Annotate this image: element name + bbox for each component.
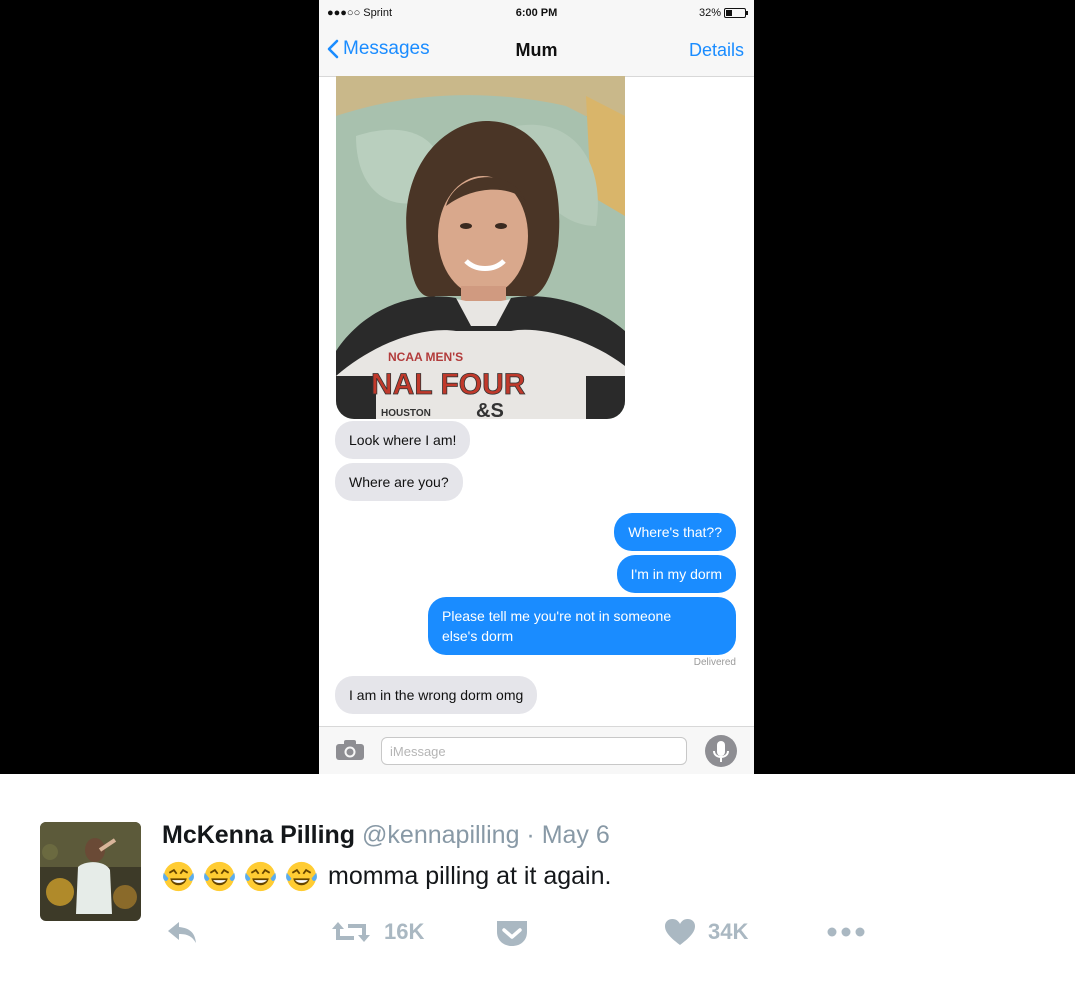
battery-icon xyxy=(724,8,748,18)
camera-icon[interactable] xyxy=(335,739,365,761)
like-button[interactable]: 34K xyxy=(664,918,748,946)
avatar-image xyxy=(40,822,141,921)
tweet: McKenna Pilling @kennapilling · May 6 mo… xyxy=(0,774,1075,1000)
status-time: 6:00 PM xyxy=(515,7,558,19)
selfie-image: NCAA MEN'S NAL FOUR HOUSTON &S xyxy=(336,76,625,419)
reply-button[interactable] xyxy=(165,918,199,946)
message-bubble-sent: Where's that?? xyxy=(614,513,736,551)
shirt-text-4: &S xyxy=(476,400,504,419)
tweet-media[interactable]: ●●●○○ Sprint 6:00 PM 32% Messages Mum De… xyxy=(0,0,1075,774)
pocket-icon xyxy=(497,921,527,946)
phone-screenshot: ●●●○○ Sprint 6:00 PM 32% Messages Mum De… xyxy=(319,0,754,774)
more-dots-icon xyxy=(827,927,865,937)
message-composer xyxy=(319,726,754,774)
messages-nav-bar: Messages Mum Details xyxy=(319,26,754,77)
laughing-crying-emoji-icon xyxy=(163,861,194,892)
message-line: else's dorm xyxy=(442,628,514,644)
microphone-button[interactable] xyxy=(705,735,737,767)
laughing-crying-emoji-icon xyxy=(286,861,317,892)
retweet-count: 16K xyxy=(384,919,425,944)
shared-photo[interactable]: NCAA MEN'S NAL FOUR HOUSTON &S xyxy=(336,76,625,419)
save-to-pocket-button[interactable] xyxy=(494,918,530,948)
tweet-actions: 16K 34K xyxy=(0,918,1075,958)
shirt-text-2: NAL FOUR xyxy=(371,368,526,401)
tweet-date[interactable]: May 6 xyxy=(542,821,610,849)
avatar[interactable] xyxy=(40,822,141,921)
retweet-icon xyxy=(332,922,370,942)
battery-percent: 32% xyxy=(698,7,721,19)
message-line: Please tell me you're not in someone xyxy=(442,608,672,624)
more-options-button[interactable] xyxy=(826,918,866,946)
battery-indicator: 32% xyxy=(698,7,748,19)
tweet-text: momma pilling at it again. xyxy=(328,862,612,890)
details-button[interactable]: Details xyxy=(689,40,744,61)
message-bubble-received: I am in the wrong dorm omg xyxy=(335,676,538,714)
tweet-body: momma pilling at it again. xyxy=(162,860,611,893)
delivered-status: Delivered xyxy=(693,657,736,668)
reply-icon xyxy=(168,922,196,943)
message-bubble-received: Where are you? xyxy=(335,463,463,501)
tweet-author-line: McKenna Pilling @kennapilling · May 6 xyxy=(162,821,610,850)
message-bubble-sent: I'm in my dorm xyxy=(616,555,736,593)
status-bar: ●●●○○ Sprint 6:00 PM 32% xyxy=(319,0,754,26)
message-bubble-sent: Please tell me you're not in someone els… xyxy=(428,597,736,655)
shirt-text-1: NCAA MEN'S xyxy=(388,350,463,364)
retweet-button[interactable]: 16K xyxy=(330,918,424,946)
message-bubble-received: Look where I am! xyxy=(335,421,471,459)
microphone-icon xyxy=(713,741,729,762)
user-handle[interactable]: @kennapilling xyxy=(362,821,519,849)
shirt-text-3: HOUSTON xyxy=(381,408,431,419)
separator-dot: · xyxy=(526,821,535,849)
laughing-crying-emoji-icon xyxy=(245,861,276,892)
like-count: 34K xyxy=(708,919,749,944)
display-name[interactable]: McKenna Pilling xyxy=(162,821,355,849)
laughing-crying-emoji-icon xyxy=(204,861,235,892)
heart-icon xyxy=(665,919,695,945)
imessage-input[interactable] xyxy=(381,737,687,765)
